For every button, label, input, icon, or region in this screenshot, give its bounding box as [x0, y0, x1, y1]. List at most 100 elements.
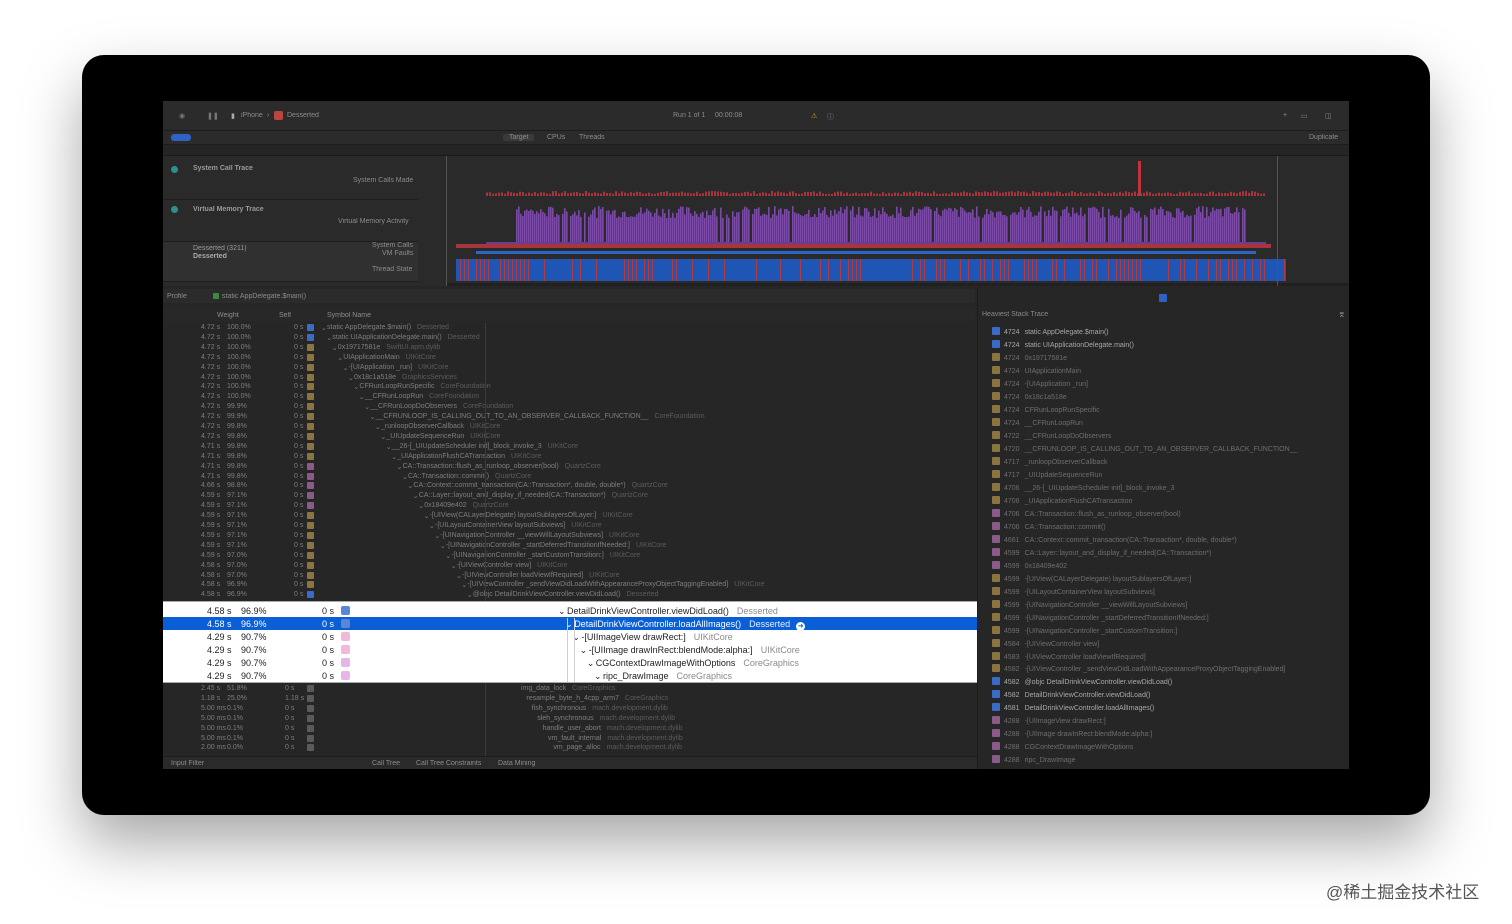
sidebar-icon[interactable]: ◫: [1325, 112, 1332, 120]
call-tree-row[interactable]: 4.72 s 99.8% 0 s ⌄_runloopObserverCallbackU…: [163, 422, 975, 432]
call-tree-row[interactable]: 4.72 s 100.0% 0 s ⌄ static UIApplicationDele…: [163, 333, 975, 343]
call-tree-row-selected[interactable]: 4.58 s 96.9% 0 s ⌄ DetailDrinkViewController…: [163, 617, 977, 631]
column-self[interactable]: Self: [279, 312, 291, 319]
app-name[interactable]: Desserted: [287, 112, 319, 119]
disclosure-icon[interactable]: ⌄: [386, 443, 392, 451]
breadcrumb[interactable]: Profile: [167, 293, 187, 300]
stack-frame[interactable]: 4584 -[UIViewController view]: [992, 638, 1099, 651]
add-icon[interactable]: +: [1283, 112, 1287, 119]
stack-frame[interactable]: 4599 -[UINavigationController __viewWillL…: [992, 599, 1187, 612]
disclosure-icon[interactable]: ⌄: [402, 473, 408, 481]
stack-frame[interactable]: 4724 -[UIApplication _run]: [992, 378, 1088, 391]
expand-icon[interactable]: ⌆: [1338, 309, 1346, 320]
stack-frame[interactable]: 4706 _UIApplicationFlushCATransaction: [992, 495, 1132, 508]
call-tree-row[interactable]: 4.29 s 90.7% 0 s ⌄ ripc_DrawImage CoreGraphic…: [163, 669, 977, 682]
stack-frame[interactable]: 4582 @objc DetailDrinkViewController.view…: [992, 677, 1172, 689]
disclosure-icon[interactable]: ⌄: [375, 423, 381, 431]
call-tree-row[interactable]: 4.58 s 96.9% 0 s ⌄ -[UIViewController _sendV…: [163, 580, 975, 590]
stack-frame[interactable]: 4661 CA::Context::commit_transaction(CA::…: [992, 534, 1237, 547]
timeline-graph[interactable]: [446, 156, 1349, 286]
stack-frame[interactable]: 4706 CA::Transaction::commit(): [992, 521, 1106, 534]
column-weight[interactable]: Weight: [217, 312, 239, 319]
disclosure-icon[interactable]: ⌄: [461, 581, 467, 589]
stack-frame[interactable]: 4581 DetailDrinkViewController.loadAllIma…: [992, 703, 1154, 715]
input-filter-label[interactable]: Input Filter: [171, 760, 204, 767]
layout-icon[interactable]: ▭: [1301, 112, 1308, 120]
call-tree-row[interactable]: 4.72 s 100.0% 0 s ⌄ 0x19717581e SwiftUI.apm.d…: [163, 343, 975, 353]
call-tree-row[interactable]: 4.71 s 99.8% 0 s ⌄ _UIApplicationFlushCATran…: [163, 452, 975, 462]
call-tree-row[interactable]: 4.59 s 97.1% 0 s ⌄ -[UIView(CALayerDelegate)…: [163, 511, 975, 521]
call-tree-row[interactable]: 4.29 s 90.7% 0 s ⌄ CGContextDrawImageWithOpt…: [163, 656, 977, 669]
duplicate-button[interactable]: Duplicate: [1309, 134, 1338, 141]
disclosure-icon[interactable]: ⌄: [456, 572, 462, 580]
stack-frame[interactable]: 4288 -[UIImage drawInRect:blendMode:alpha…: [992, 729, 1152, 741]
disclosure-icon[interactable]: ⌄: [321, 324, 327, 332]
stack-frame[interactable]: 4717 _runloopObserverCallback: [992, 456, 1107, 469]
scope-marker-icon[interactable]: [1159, 294, 1167, 302]
stack-frame[interactable]: 4717 _UIUpdateSequenceRun: [992, 469, 1102, 482]
call-tree-row[interactable]: 4.71 s 99.8% 0 s ⌄ CA::Transaction::commit()…: [163, 472, 975, 482]
tab-call-tree[interactable]: Call Tree: [372, 760, 400, 767]
stack-frame[interactable]: 4724 static AppDelegate.$main(): [992, 327, 1109, 339]
disclosure-icon[interactable]: ⌄: [451, 562, 457, 570]
stack-frame[interactable]: 4582 -[UIViewController _sendViewDidLoadW…: [992, 664, 1285, 676]
call-tree-row[interactable]: 5.00 ms 0.1% 0 s sleh_synchronous mach.devel…: [163, 714, 975, 724]
disclosure-icon[interactable]: ⌄: [332, 344, 338, 352]
call-tree-row[interactable]: 2.45 s 51.8% 0 s img_data_lock CoreGraphics: [163, 684, 975, 694]
strategy-tab[interactable]: CPUs: [547, 134, 565, 141]
call-tree-row[interactable]: 4.59 s 97.1% 0 s ⌄ 0x18409e402 QuartzCore: [163, 501, 975, 511]
disclosure-icon[interactable]: ⌄: [424, 512, 430, 520]
stack-frame[interactable]: 4288 ripc_DrawImage: [992, 755, 1076, 767]
disclosure-icon[interactable]: ⌄: [343, 364, 349, 372]
disclosure-icon[interactable]: ⌄: [594, 671, 602, 682]
call-tree-row[interactable]: 4.72 s 100.0% 0 s ⌄ static AppDelegate.$main…: [163, 323, 975, 333]
track-virtual-memory-trace[interactable]: Virtual Memory Trace Virtual Memory Acti…: [163, 202, 418, 242]
strategy-tab[interactable]: Target: [503, 134, 535, 141]
stack-frame[interactable]: 4706 __26-[_UIUpdateScheduler init]_block…: [992, 482, 1174, 495]
call-tree-row[interactable]: 4.59 s 97.1% 0 s ⌄ -[UILayoutContainerView l…: [163, 521, 975, 531]
stack-frame[interactable]: 4288 -[UIImageView drawRect:]: [992, 716, 1106, 728]
call-tree-row[interactable]: 2.00 ms 0.0% 0 s vm_page_alloc mach.developm…: [163, 743, 975, 753]
call-tree-row[interactable]: 4.58 s 96.9% 0 s ⌄ DetailDrinkViewController…: [163, 604, 977, 617]
disclosure-icon[interactable]: ⌄: [440, 542, 446, 550]
call-tree-row[interactable]: 4.72 s 100.0% 0 s ⌄ UIApplicationMain UIKitCo…: [163, 353, 975, 363]
disclosure-icon[interactable]: ⌄: [429, 522, 435, 530]
stack-frame[interactable]: 4599 -[UINavigationController _startDefer…: [992, 612, 1209, 625]
stack-frame[interactable]: 4724 __CFRunLoopRun: [992, 417, 1083, 430]
column-symbol-name[interactable]: Symbol Name: [327, 312, 371, 319]
filter-badge[interactable]: [171, 134, 191, 141]
disclosure-icon[interactable]: ⌄: [407, 482, 413, 490]
disclosure-icon[interactable]: ⌄: [558, 606, 566, 617]
disclosure-icon[interactable]: ⌄: [326, 334, 332, 342]
call-tree-row[interactable]: 4.72 s 100.0% 0 s ⌄ -[UIApplication _run] UIK…: [163, 363, 975, 373]
call-tree-row[interactable]: 4.58 s 97.0% 0 s ⌄ -[UIViewController loadVi…: [163, 571, 975, 581]
disclosure-icon[interactable]: ⌄: [418, 502, 424, 510]
call-tree-row[interactable]: 4.59 s 97.1% 0 s ⌄ CA::Layer::layout_and_dis…: [163, 491, 975, 501]
call-tree-row[interactable]: 4.72 s 99.9% 0 s ⌄ __CFRUNLOOP_IS_CALLING_OU…: [163, 412, 975, 422]
disclosure-icon[interactable]: ⌄: [580, 645, 588, 656]
stack-frame[interactable]: 4582 DetailDrinkViewController.viewDidLoa…: [992, 690, 1151, 702]
call-tree-row[interactable]: 4.58 s 96.9% 0 s ⌄ @objc DetailDrinkViewCont…: [163, 590, 975, 600]
call-tree-row[interactable]: 4.72 s 100.0% 0 s ⌄ 0x18c1a518e GraphicsServi…: [163, 373, 975, 383]
strategy-tab[interactable]: Threads: [579, 134, 605, 141]
stack-frame[interactable]: 4599 -[UIView(CALayerDelegate) layoutSubl…: [992, 573, 1191, 586]
call-tree-row[interactable]: 4.72 s99.8%0 s⌄_UIUpdateSequenceRunUIKit…: [163, 432, 975, 442]
stack-frame[interactable]: 4724 CFRunLoopRunSpecific: [992, 404, 1100, 417]
call-tree-row[interactable]: 4.71 s 99.8% 0 s ⌄ __26-[_UIUpdateScheduler …: [163, 442, 975, 452]
call-tree-row[interactable]: 4.29 s 90.7% 0 s ⌄ -[UIImage drawInRect:blen…: [163, 643, 977, 656]
track-process[interactable]: Desserted (3211) Desserted System Calls …: [163, 242, 418, 282]
tab-call-tree-constraints[interactable]: Call Tree Constraints: [416, 760, 481, 767]
call-tree-row[interactable]: 4.71 s 99.8% 0 s ⌄ CA::Transaction::flush_as…: [163, 462, 975, 472]
call-tree-row[interactable]: 5.00 ms 0.1% 0 s vm_fault_internal mach.deve…: [163, 734, 975, 744]
stack-frame[interactable]: 4599 0x18409e402: [992, 560, 1067, 573]
disclosure-icon[interactable]: ⌄: [397, 463, 403, 471]
stack-frame[interactable]: 4583 -[UIViewController loadViewIfRequire…: [992, 651, 1146, 664]
stack-frame[interactable]: 4599 -[UILayoutContainerView layoutSubvie…: [992, 586, 1155, 599]
call-tree-row[interactable]: 4.72 s 100.0% 0 s ⌄ CFRunLoopRunSpecific Core…: [163, 382, 975, 392]
stack-frame[interactable]: 4288 CGContextDrawImageWithOptions: [992, 742, 1133, 754]
call-tree-row[interactable]: 4.58 s 97.0% 0 s ⌄ -[UIViewController view] U…: [163, 561, 975, 571]
call-tree-row[interactable]: 4.59 s 97.1% 0 s ⌄ -[UINavigationController …: [163, 541, 975, 551]
tab-data-mining[interactable]: Data Mining: [498, 760, 535, 767]
disclosure-icon[interactable]: ⌄: [370, 413, 376, 421]
disclosure-icon[interactable]: ⌄: [359, 393, 365, 401]
